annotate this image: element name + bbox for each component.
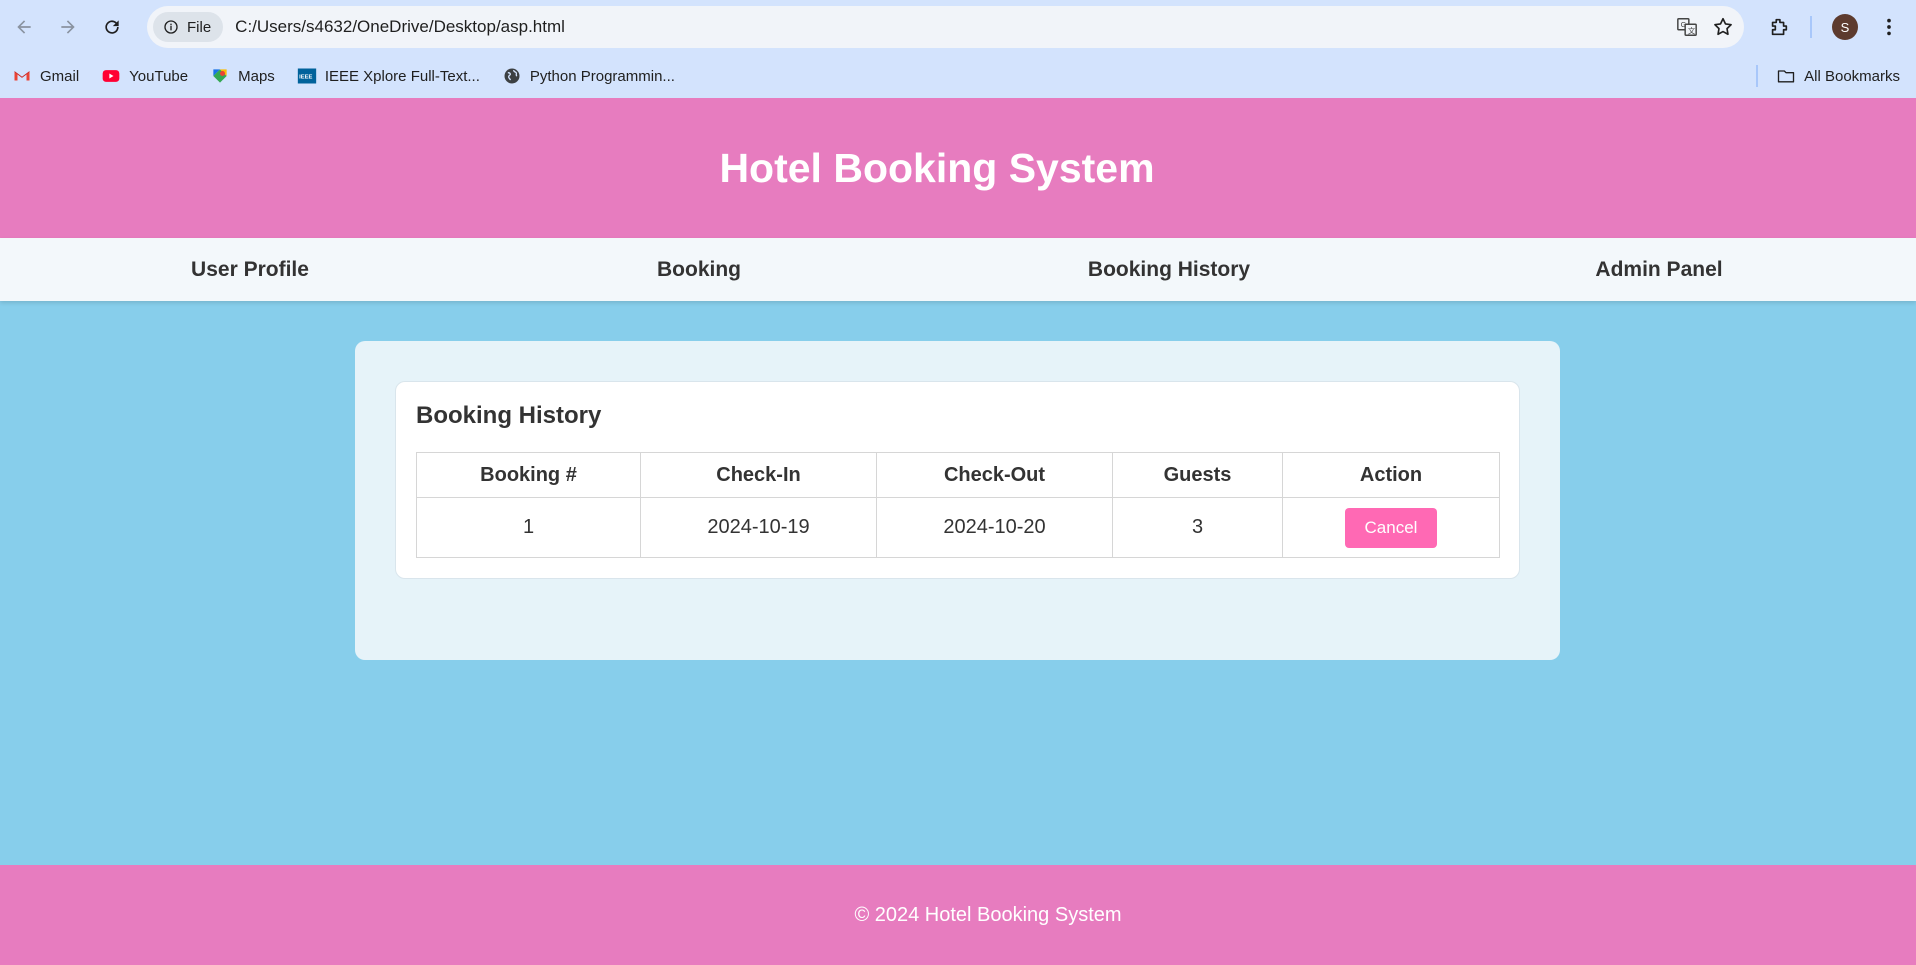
back-button[interactable] <box>2 5 46 49</box>
browser-toolbar: File C:/Users/s4632/OneDrive/Desktop/asp… <box>0 0 1916 54</box>
cell-booking-no: 1 <box>416 497 641 558</box>
footer-copyright: © 2024 Hotel Booking System <box>854 903 1122 926</box>
site-footer: © 2024 Hotel Booking System <box>0 865 1916 965</box>
bookmark-label: Maps <box>238 67 275 85</box>
main-container: Booking History Booking # Check-In Check… <box>355 341 1560 660</box>
svg-text:文: 文 <box>1688 26 1696 35</box>
all-bookmarks-label: All Bookmarks <box>1804 67 1900 85</box>
table-header-row: Booking # Check-In Check-Out Guests Acti… <box>416 452 1500 498</box>
youtube-icon <box>101 66 121 86</box>
cell-check-in: 2024-10-19 <box>640 497 877 558</box>
site-chip-label: File <box>187 18 212 36</box>
bookmark-youtube[interactable]: YouTube <box>101 66 188 86</box>
forward-arrow-icon <box>61 20 75 34</box>
column-header-check-in: Check-In <box>640 452 877 498</box>
reload-button[interactable] <box>90 5 134 49</box>
toolbar-divider <box>1810 16 1812 38</box>
back-arrow-icon <box>17 20 31 34</box>
bookmark-python[interactable]: Python Programmin... <box>502 66 675 86</box>
booking-history-section: Booking History Booking # Check-In Check… <box>395 381 1520 579</box>
column-header-guests: Guests <box>1112 452 1283 498</box>
booking-history-table: Booking # Check-In Check-Out Guests Acti… <box>416 452 1500 558</box>
bookmark-gmail[interactable]: Gmail <box>12 66 79 86</box>
url-text[interactable]: C:/Users/s4632/OneDrive/Desktop/asp.html <box>235 17 565 37</box>
main-nav: User Profile Booking Booking History Adm… <box>0 238 1916 301</box>
column-header-booking-no: Booking # <box>416 452 641 498</box>
cell-check-out: 2024-10-20 <box>876 497 1113 558</box>
globe-icon <box>502 66 522 86</box>
cell-guests: 3 <box>1112 497 1283 558</box>
info-icon <box>164 20 178 34</box>
folder-icon <box>1776 66 1796 86</box>
ieee-icon: IEEE <box>297 66 317 86</box>
all-bookmarks-button[interactable]: All Bookmarks <box>1776 66 1900 86</box>
cell-action: Cancel <box>1282 497 1500 558</box>
site-header: Hotel Booking System <box>0 98 1916 238</box>
bookmark-label: YouTube <box>129 67 189 85</box>
section-title: Booking History <box>416 402 602 429</box>
svg-text:IEEE: IEEE <box>299 75 312 81</box>
menu-kebab-icon[interactable] <box>1878 16 1900 38</box>
bookmark-label: Python Programmin... <box>529 67 675 85</box>
forward-button[interactable] <box>46 5 90 49</box>
page-title: Hotel Booking System <box>719 144 1155 191</box>
address-bar[interactable]: File C:/Users/s4632/OneDrive/Desktop/asp… <box>147 6 1744 48</box>
column-header-check-out: Check-Out <box>876 452 1113 498</box>
bookmark-maps[interactable]: Maps <box>210 66 275 86</box>
cancel-booking-button[interactable]: Cancel <box>1345 507 1437 548</box>
nav-user-profile[interactable]: User Profile <box>191 238 309 301</box>
bookmarks-bar: Gmail YouTube Maps IEEE IEEE Xplore Full… <box>0 54 1916 98</box>
site-info-chip[interactable]: File <box>153 12 224 42</box>
reload-icon <box>105 20 119 34</box>
column-header-action: Action <box>1282 452 1500 498</box>
bookmarks-divider <box>1756 65 1759 87</box>
profile-avatar[interactable]: S <box>1832 14 1858 40</box>
bookmark-ieee[interactable]: IEEE IEEE Xplore Full-Text... <box>297 66 480 86</box>
table-row: 1 2024-10-19 2024-10-20 3 Cancel <box>416 497 1500 558</box>
nav-admin-panel[interactable]: Admin Panel <box>1595 238 1722 301</box>
bookmark-label: IEEE Xplore Full-Text... <box>324 67 480 85</box>
translate-icon[interactable]: G文 <box>1676 16 1698 38</box>
nav-booking[interactable]: Booking <box>657 238 741 301</box>
maps-icon <box>210 66 230 86</box>
gmail-icon <box>12 66 32 86</box>
nav-booking-history[interactable]: Booking History <box>1088 238 1250 301</box>
bookmark-star-icon[interactable] <box>1712 16 1734 38</box>
extensions-icon[interactable] <box>1768 16 1790 38</box>
bookmark-label: Gmail <box>40 67 80 85</box>
